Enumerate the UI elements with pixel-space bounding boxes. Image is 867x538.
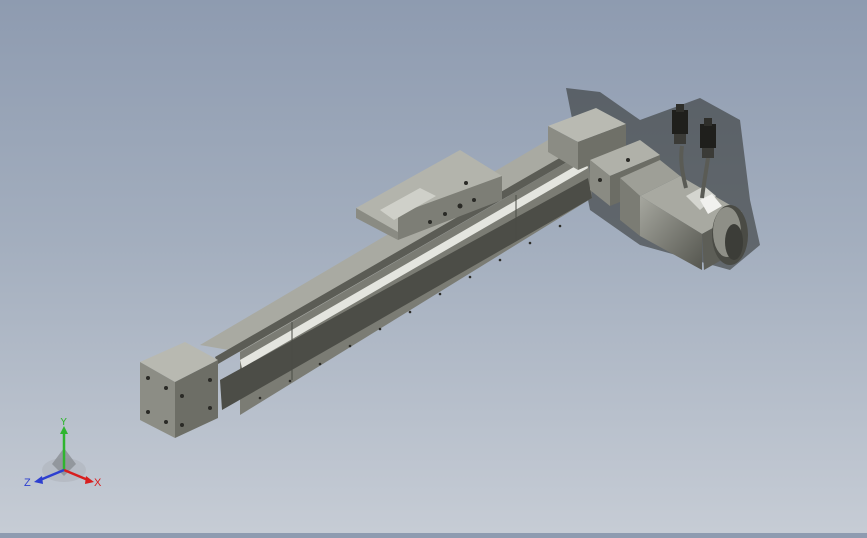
- end-cap-block[interactable]: [140, 342, 218, 438]
- z-axis-label: Z: [24, 477, 31, 489]
- 3d-viewport[interactable]: Y X Z: [0, 0, 867, 533]
- x-axis-label: X: [94, 477, 102, 489]
- linear-actuator-model[interactable]: [0, 0, 867, 533]
- axis-triad: Y X Z: [24, 418, 102, 489]
- actuator-rail[interactable]: [200, 140, 592, 415]
- y-axis-label: Y: [60, 418, 68, 428]
